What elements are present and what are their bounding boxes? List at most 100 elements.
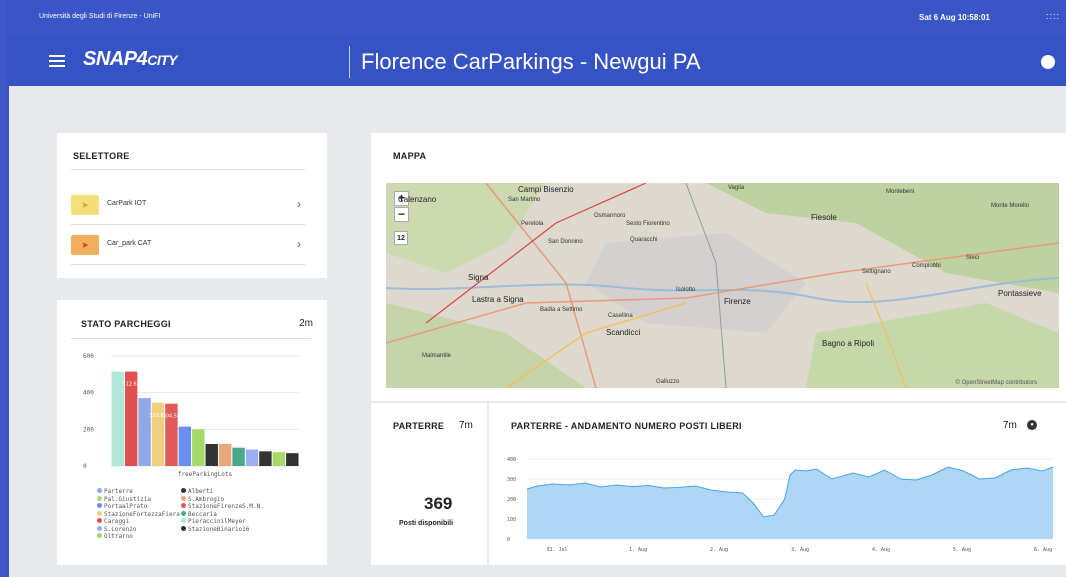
map-label: Vaglia [728, 185, 745, 191]
chevron-right-icon: › [297, 197, 301, 211]
zoom-out-button[interactable]: − [394, 207, 409, 222]
logo-suffix: CITY [147, 52, 178, 68]
x-tick-label: 6. Aug [1034, 547, 1052, 553]
bar [218, 444, 232, 466]
legend-label: StazioneBinario16 [188, 525, 250, 533]
university-label: Università degli Studi di Firenze - UniF… [39, 13, 161, 20]
bar [232, 447, 245, 466]
map-label: Lastra a Signa [472, 295, 524, 304]
legend-item[interactable]: Parterre [97, 488, 133, 495]
legend-item[interactable]: S.Lorenzo [97, 525, 137, 533]
map-label: San Martino [508, 197, 541, 203]
map-label: Calenzano [398, 195, 437, 204]
y-tick-label: 400 [83, 390, 94, 397]
selettore-title: SELETTORE [73, 151, 130, 161]
stato-parcheggi-card: STATO PARCHEGGI 2m 0 200 400 600 512.63 333.6… [57, 300, 327, 565]
map-label: Sesto Fiorentino [626, 221, 670, 227]
legend-item[interactable]: PieraccinilMeyer [181, 518, 246, 525]
selettore-item-label: Car_park CAT [107, 240, 152, 247]
andamento-title: PARTERRE - ANDAMENTO NUMERO POSTI LIBERI [511, 421, 742, 431]
map-label: Firenze [724, 297, 751, 306]
legend-item[interactable]: S.Ambrogio [181, 495, 225, 503]
parterre-area-chart: 0 100 200 300 400 31. Jul 1. Aug 2. Aug 3. Aug 4.… [507, 457, 1054, 553]
y-tick-label: 400 [507, 457, 516, 463]
bar [138, 398, 151, 466]
legend-swatch [181, 495, 186, 501]
parterre-title: PARTERRE [393, 421, 445, 431]
parterre-card: PARTERRE 7m [371, 403, 487, 565]
y-tick-label: 600 [83, 353, 94, 360]
legend-item[interactable]: Oltrarno [97, 533, 133, 540]
y-tick-label: 0 [83, 463, 87, 470]
map-label: Fiesole [811, 213, 837, 222]
legend-swatch [97, 510, 102, 516]
legend-label: Pal.Giustizia [104, 495, 151, 503]
selettore-item-carpark-iot[interactable]: ➤ CarPark IOT › [71, 185, 305, 225]
legend-item[interactable]: Alberti [181, 488, 213, 495]
legend-swatch [97, 533, 102, 538]
map-view[interactable]: + − 12 Campi Bisenzio San Martino Calenz… [386, 183, 1059, 388]
mappa-title: MAPPA [393, 151, 427, 161]
map-label: Campi Bisenzio [518, 185, 574, 194]
status-dot[interactable] [1041, 55, 1055, 69]
legend-swatch [181, 503, 186, 508]
navigation-arrow-icon: ➤ [71, 195, 99, 215]
legend-item[interactable]: Pal.Giustizia [97, 495, 151, 503]
bar [178, 426, 192, 466]
legend-label: PortaalPrato [104, 503, 148, 510]
divider [71, 338, 311, 339]
bar [192, 429, 205, 466]
y-tick-label: 200 [83, 426, 94, 433]
map-label: Galluzzo [656, 379, 680, 385]
bar [245, 449, 259, 466]
free-parking-bar-chart: 0200400600512.63333.68304.54freeParkingL… [83, 353, 299, 478]
selettore-item-car-park-cat[interactable]: ➤ Car_park CAT › [71, 225, 305, 265]
y-tick-label: 200 [507, 497, 516, 503]
legend-item[interactable]: StazioneBinario16 [181, 525, 250, 533]
x-tick-label: 1. Aug [629, 547, 647, 553]
legend-item[interactable]: Beccaria [181, 510, 217, 518]
snap4city-logo: SNAP4CITY [83, 48, 178, 71]
posti-caption: Posti disponibili [399, 520, 454, 527]
dashboard-frame: Università degli Studi di Firenze - UniF… [6, 0, 1066, 577]
legend-label: Careggi [104, 518, 130, 525]
zoom-level: 12 [394, 231, 408, 245]
map-terrain [386, 183, 1059, 388]
hamburger-menu-icon[interactable] [49, 55, 65, 67]
map-label: Scandicci [606, 328, 641, 337]
header: SNAP4CITY Florence CarParkings - Newgui … [9, 38, 1066, 86]
legend-label: S.Ambrogio [188, 495, 225, 503]
map-label: San Donnino [548, 239, 583, 245]
map-label: Quaracchi [630, 237, 658, 243]
bar [286, 453, 299, 466]
x-tick-label: 2. Aug [710, 547, 728, 553]
x-axis-label: freeParkingLots [178, 471, 233, 478]
posti-count: 369 [424, 494, 453, 513]
divider [71, 169, 305, 170]
stato-title: STATO PARCHEGGI [81, 319, 171, 329]
map-label: Casellina [608, 313, 633, 319]
legend-label: Oltrarno [104, 533, 133, 540]
map-attribution[interactable]: © OpenStreetMap contributors [956, 380, 1037, 386]
bar-data-label: 304.54 [163, 414, 181, 420]
legend-item[interactable]: Careggi [97, 518, 129, 525]
legend-item[interactable]: StazioneFirenzeS.M.N. [181, 503, 264, 510]
x-tick-label: 5. Aug [953, 547, 971, 553]
selettore-card: SELETTORE ➤ CarPark IOT › ➤ Car_park CAT… [57, 133, 327, 278]
legend-label: Parterre [104, 488, 133, 495]
map-label: Bagno a Ripoli [822, 339, 875, 348]
menu-dots-icon[interactable]: :::: [1046, 11, 1060, 21]
info-icon[interactable]: ● [1027, 420, 1037, 430]
map-label: Monte Morello [991, 203, 1030, 209]
bar [272, 452, 286, 466]
legend-swatch [181, 525, 186, 531]
legend-label: Beccaria [188, 510, 217, 518]
map-label: Isolotto [676, 287, 696, 293]
bar [259, 451, 272, 466]
legend-item[interactable]: PortaalPrato [97, 503, 147, 510]
legend-swatch [181, 518, 186, 523]
legend-item[interactable]: StazioneFortezzaFiera [97, 510, 180, 518]
stato-refresh: 2m [299, 318, 313, 329]
map-label: Compiobbi [912, 263, 941, 269]
bar [205, 444, 218, 466]
